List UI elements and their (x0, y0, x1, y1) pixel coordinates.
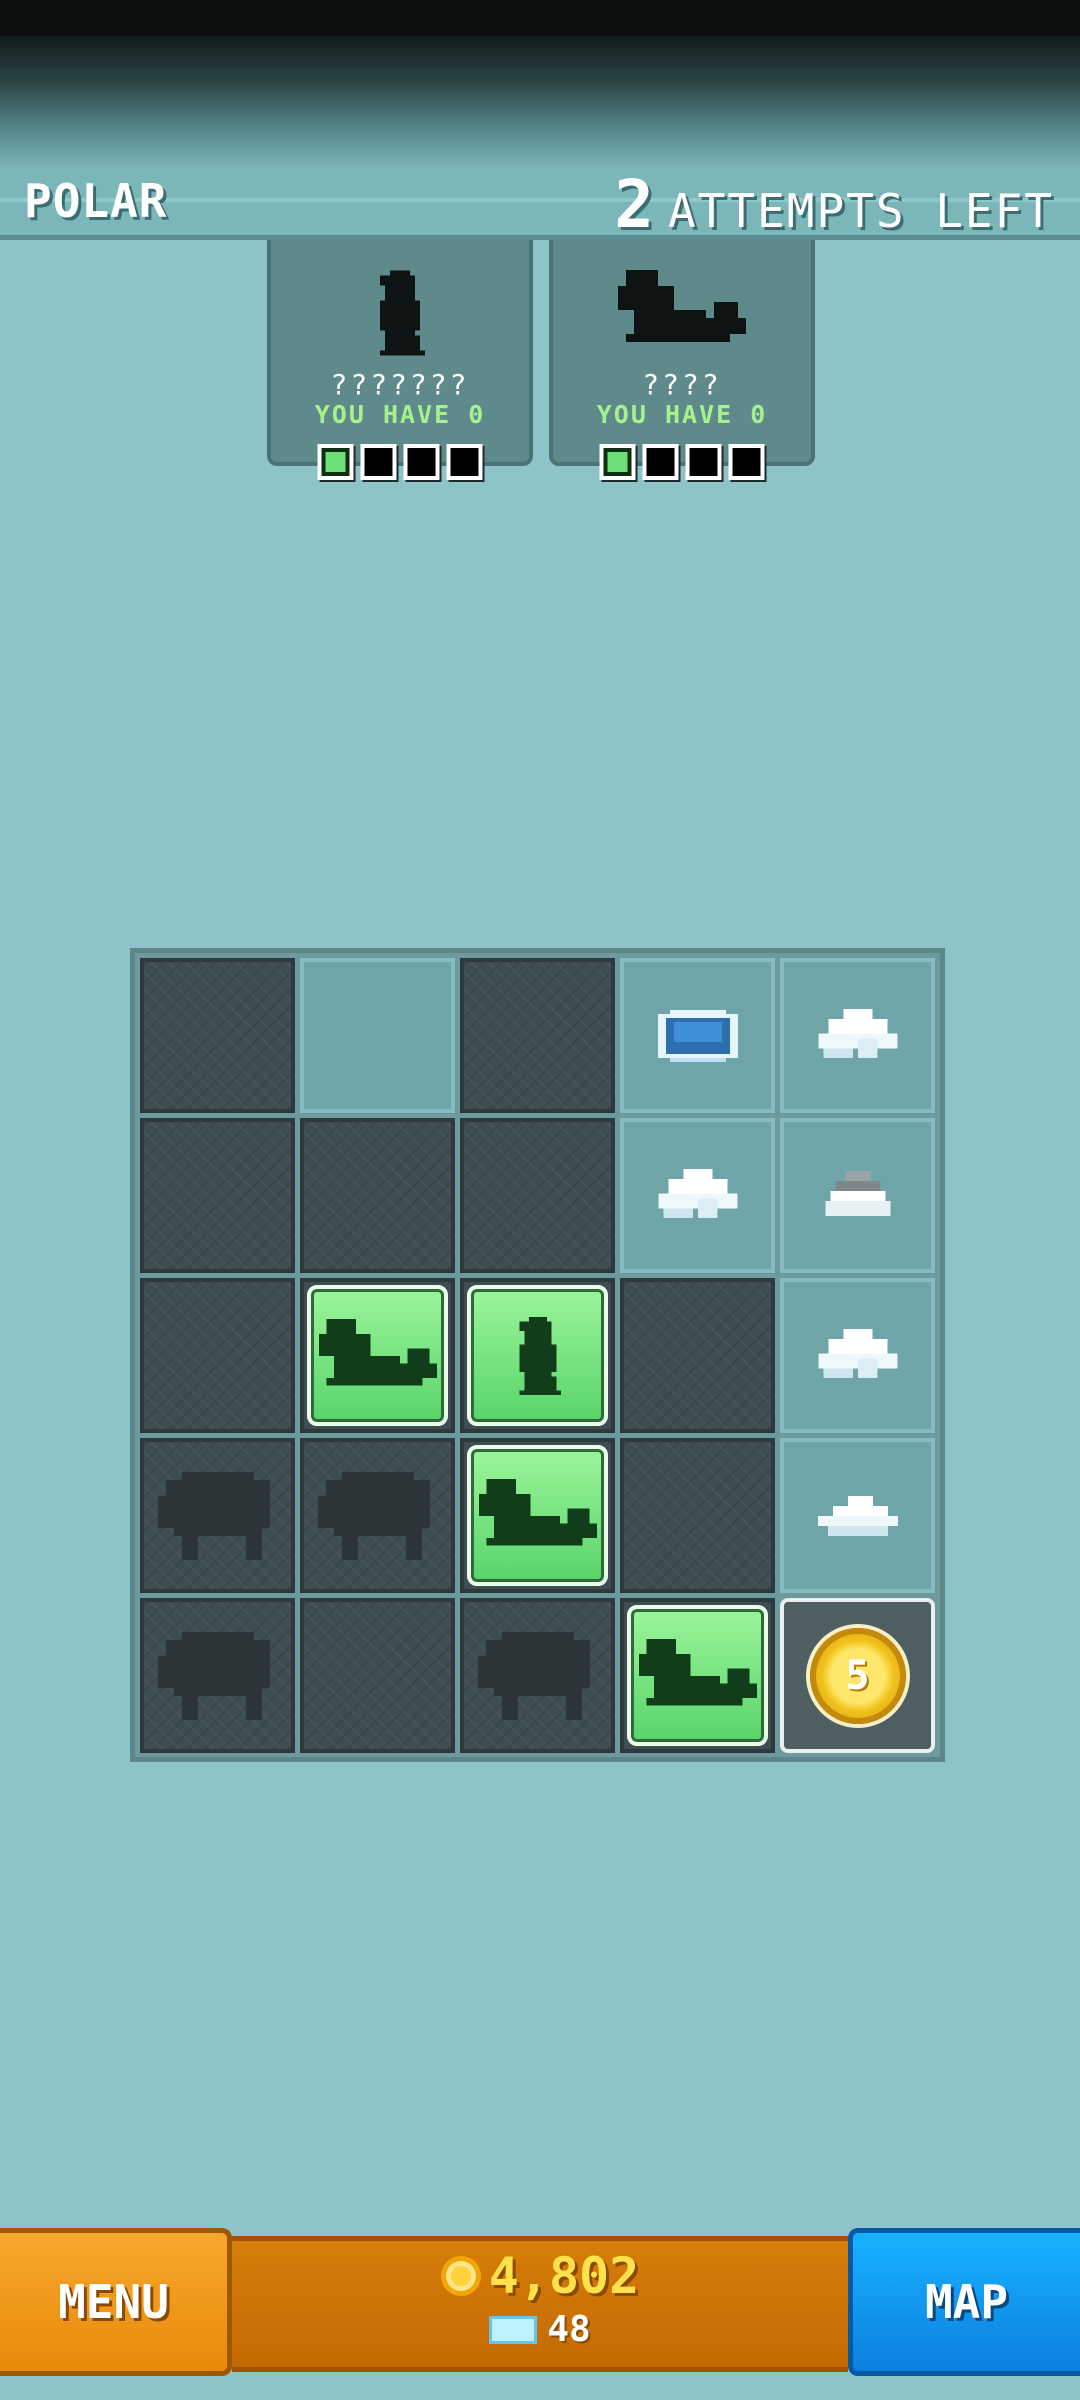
coin-icon: 5 (809, 1627, 906, 1724)
grid-tile-found-penguin (460, 1278, 615, 1433)
grid-tile-rock (780, 1118, 935, 1273)
currency-panel: 4,802 48 (232, 2236, 848, 2372)
grid-tile-found-seal (460, 1438, 615, 1593)
menu-button[interactable]: MENU (0, 2228, 232, 2376)
grid-tile-snowdrift (780, 1438, 935, 1593)
found-card (307, 1285, 448, 1426)
snowy-rock-icon (825, 1170, 890, 1216)
gems-row: 48 (232, 2309, 848, 2350)
grid-tile-hidden[interactable] (300, 1118, 455, 1273)
grid-tile-found-seal (620, 1598, 775, 1753)
snow-pile-icon (818, 1008, 897, 1058)
grid-tile-hidden[interactable] (620, 1438, 775, 1593)
region-name: POLAR (24, 174, 168, 228)
bottom-bar: MENU 4,802 48 MAP (0, 2228, 1080, 2378)
grid-tile-hidden-muskox[interactable] (140, 1598, 295, 1753)
target-card-seal[interactable]: ???? YOU HAVE 0 (549, 240, 815, 480)
target-name: ???? (642, 368, 722, 401)
seal-icon (318, 1318, 437, 1385)
header-bar: POLAR 2 ATTEMPTS LEFT (0, 166, 1080, 243)
muskox-silhouette-icon (317, 1471, 430, 1560)
grid-tile-snow (620, 1118, 775, 1273)
snow-pile-icon (658, 1168, 737, 1218)
grid-tile-empty (300, 958, 455, 1113)
grid-tile-hidden-muskox[interactable] (140, 1438, 295, 1593)
ice-hole-icon (657, 1009, 738, 1062)
top-band (0, 36, 1080, 166)
grid-tile-hidden[interactable] (140, 1278, 295, 1433)
progress-box (360, 444, 397, 480)
dig-grid: 5 (130, 948, 945, 1762)
grid-tile-hidden[interactable] (620, 1278, 775, 1433)
grid-tile-snow (780, 1278, 935, 1433)
progress-boxes (317, 444, 483, 480)
muskox-silhouette-icon (477, 1631, 590, 1720)
progress-box (642, 444, 679, 480)
progress-box (317, 444, 354, 480)
coins-row: 4,802 (232, 2247, 848, 2305)
grid-tile-ice-hole (620, 958, 775, 1113)
grid-tile-coin[interactable]: 5 (780, 1598, 935, 1753)
progress-box (728, 444, 765, 480)
found-card (627, 1605, 768, 1746)
coin-value: 5 (845, 1652, 870, 1699)
target-have: YOU HAVE 0 (314, 400, 486, 429)
seal-icon (638, 1638, 757, 1705)
target-name: ??????? (330, 368, 470, 401)
gems-value: 48 (547, 2309, 591, 2350)
coins-value: 4,802 (488, 2247, 640, 2305)
ticket-icon (489, 2315, 538, 2344)
snowdrift-icon (817, 1495, 898, 1536)
game-screen: POLAR 2 ATTEMPTS LEFT ??????? YOU HAVE 0 (0, 0, 1080, 2400)
grid-tile-hidden[interactable] (140, 958, 295, 1113)
penguin-silhouette-icon (365, 270, 435, 360)
found-card (467, 1285, 608, 1426)
attempts-label: ATTEMPTS LEFT (667, 184, 1054, 238)
grid-tile-hidden[interactable] (140, 1118, 295, 1273)
map-button[interactable]: MAP (848, 2228, 1080, 2376)
seal-silhouette-icon (618, 270, 746, 354)
grid-tile-snow (780, 958, 935, 1113)
target-have: YOU HAVE 0 (596, 400, 768, 429)
attempts-count: 2 (614, 166, 654, 243)
found-card (467, 1445, 608, 1586)
muskox-silhouette-icon (157, 1631, 270, 1720)
grid-tile-hidden[interactable] (300, 1598, 455, 1753)
grid-tile-found-seal (300, 1278, 455, 1433)
progress-box (599, 444, 636, 480)
snow-pile-icon (818, 1328, 897, 1378)
muskox-silhouette-icon (157, 1471, 270, 1560)
grid-tile-hidden[interactable] (460, 958, 615, 1113)
progress-box (403, 444, 440, 480)
progress-box (446, 444, 483, 480)
grid-tile-hidden-muskox[interactable] (300, 1438, 455, 1593)
seal-icon (478, 1478, 597, 1545)
grid-tile-hidden[interactable] (460, 1118, 615, 1273)
target-card-penguin[interactable]: ??????? YOU HAVE 0 (267, 240, 533, 480)
penguin-icon (519, 1316, 561, 1395)
status-bar (0, 0, 1080, 36)
grid-tile-hidden-muskox[interactable] (460, 1598, 615, 1753)
coin-icon (440, 2256, 481, 2296)
progress-box (685, 444, 722, 480)
attempts-left: 2 ATTEMPTS LEFT (614, 166, 1054, 243)
progress-boxes (599, 444, 765, 480)
